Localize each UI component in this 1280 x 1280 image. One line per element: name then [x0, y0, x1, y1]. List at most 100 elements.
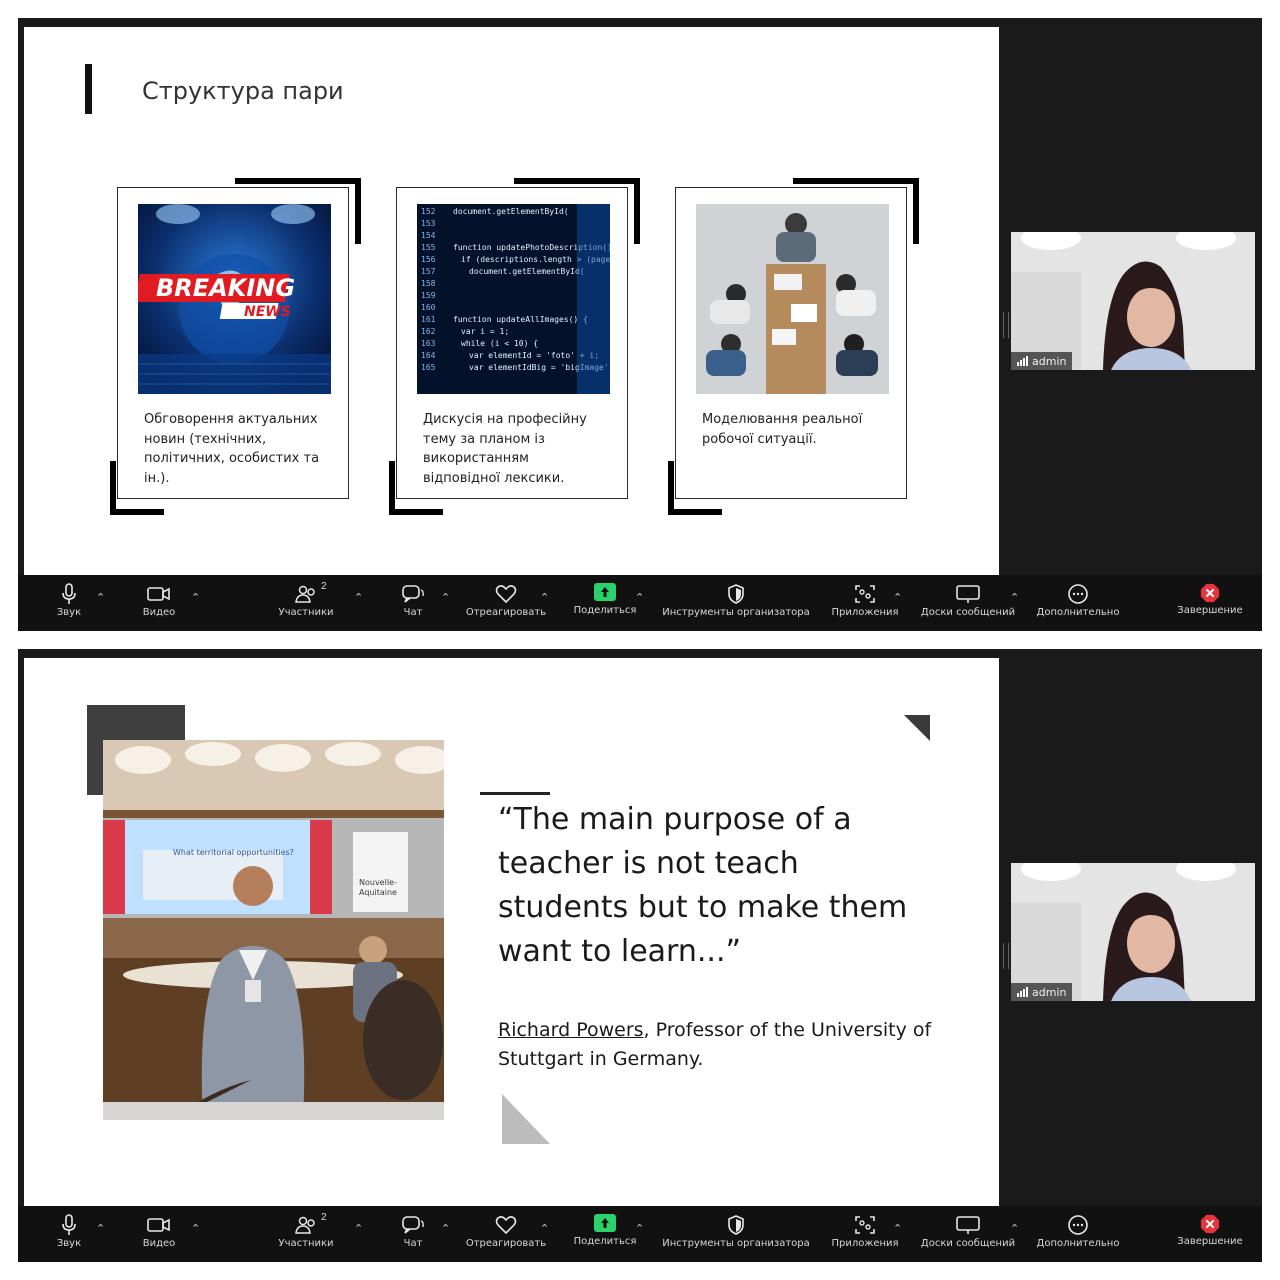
svg-text:152: 152 [421, 207, 436, 216]
participants-button[interactable]: 2 Участники [273, 1212, 339, 1249]
participant-video-tile[interactable]: admin [1011, 863, 1255, 1001]
title-accent-bar [85, 64, 92, 114]
chat-button[interactable]: Чат [398, 1214, 428, 1249]
share-screen-icon [594, 583, 616, 601]
participants-button[interactable]: 2 Участники [273, 581, 339, 618]
video-options-caret[interactable]: ⌃ [191, 1222, 200, 1235]
svg-text:document.getElementById(: document.getElementById( [469, 267, 585, 276]
quote-author-link[interactable]: Richard Powers [498, 1019, 644, 1041]
slide-title: Структура пари [142, 77, 344, 105]
video-button[interactable]: Видео [138, 1214, 180, 1249]
video-label: Видео [142, 607, 176, 618]
panel-resize-handle[interactable] [1003, 312, 1009, 338]
microphone-icon [62, 583, 76, 604]
react-button[interactable]: Отреагировать [463, 1214, 549, 1249]
whiteboards-options-caret[interactable]: ⌃ [1010, 591, 1019, 604]
svg-text:161: 161 [421, 315, 436, 324]
chat-options-caret[interactable]: ⌃ [441, 591, 450, 604]
participants-icon [295, 585, 315, 603]
shield-icon [728, 1215, 744, 1235]
whiteboards-options-caret[interactable]: ⌃ [1010, 1222, 1019, 1235]
participants-label: Участники [278, 1238, 334, 1249]
audio-options-caret[interactable]: ⌃ [96, 1222, 105, 1235]
chat-button[interactable]: Чат [398, 583, 428, 618]
more-button[interactable]: Дополнительно [1032, 583, 1124, 618]
participant-video-tile[interactable]: admin [1011, 232, 1255, 370]
svg-text:154: 154 [421, 231, 436, 240]
slide-card-1: BREAKING NEWS Обговорення актуальних нов… [117, 187, 349, 499]
chat-icon [402, 1216, 424, 1234]
host-tools-button[interactable]: Инструменты организатора [658, 583, 814, 618]
svg-text:155: 155 [421, 243, 436, 252]
news-text: NEWS [244, 304, 291, 320]
mute-button[interactable]: Звук [52, 583, 86, 618]
svg-text:160: 160 [421, 303, 436, 312]
code-screen-image: 152 153 154 155 156 157 158 159 160 161 162 163 1… [417, 204, 610, 394]
svg-text:function updateAllImages() {: function updateAllImages() { [453, 315, 588, 324]
whiteboards-button[interactable]: Доски сообщений [916, 1214, 1020, 1249]
signal-icon [1017, 356, 1028, 366]
svg-text:158: 158 [421, 279, 436, 288]
participants-count: 2 [321, 581, 327, 592]
svg-text:165: 165 [421, 363, 436, 372]
react-options-caret[interactable]: ⌃ [540, 591, 549, 604]
more-button[interactable]: Дополнительно [1032, 1214, 1124, 1249]
panel-resize-handle[interactable] [1003, 943, 1009, 969]
end-meeting-button[interactable]: Завершение [1174, 1214, 1246, 1247]
host-tools-button[interactable]: Инструменты организатора [658, 1214, 814, 1249]
whiteboards-label: Доски сообщений [920, 607, 1016, 618]
host-tools-label: Инструменты организатора [662, 1238, 810, 1249]
team-meeting-image [696, 204, 889, 394]
apps-options-caret[interactable]: ⌃ [893, 591, 902, 604]
svg-text:159: 159 [421, 291, 436, 300]
slide-card-2: 152 153 154 155 156 157 158 159 160 161 162 163 1… [396, 187, 628, 499]
more-icon [1068, 1215, 1088, 1235]
more-label: Дополнительно [1036, 607, 1120, 618]
end-meeting-button[interactable]: Завершение [1174, 583, 1246, 616]
svg-text:while (i < 10) {: while (i < 10) { [461, 339, 538, 348]
breaking-text: BREAKING [156, 274, 295, 302]
chat-label: Чат [403, 1238, 423, 1249]
meeting-toolbar: Звук ⌃ Видео ⌃ 2 Участники ⌃ Чат ⌃ Отреа… [18, 1206, 1262, 1262]
react-options-caret[interactable]: ⌃ [540, 1222, 549, 1235]
apps-button[interactable]: Приложения [828, 583, 902, 618]
sound-label: Звук [56, 607, 82, 618]
participants-options-caret[interactable]: ⌃ [354, 1222, 363, 1235]
svg-text:157: 157 [421, 267, 436, 276]
whiteboard-icon [956, 585, 980, 603]
more-icon [1068, 584, 1088, 604]
audio-options-caret[interactable]: ⌃ [96, 591, 105, 604]
heart-icon [495, 585, 517, 604]
mute-button[interactable]: Звук [52, 1214, 86, 1249]
video-options-caret[interactable]: ⌃ [191, 591, 200, 604]
whiteboards-button[interactable]: Доски сообщений [916, 583, 1020, 618]
apps-label: Приложения [831, 607, 899, 618]
apps-button[interactable]: Приложения [828, 1214, 902, 1249]
participants-options-caret[interactable]: ⌃ [354, 591, 363, 604]
more-label: Дополнительно [1036, 1238, 1120, 1249]
video-camera-icon [147, 587, 170, 601]
react-button[interactable]: Отреагировать [463, 583, 549, 618]
participants-icon [295, 1216, 315, 1234]
meeting-window-1: Структура пари BREAKING NEWS Обговорення… [18, 18, 1262, 631]
apps-icon [855, 1216, 875, 1234]
speaker-photo: What territorial opportunities? Nouvelle… [103, 740, 444, 1120]
chat-options-caret[interactable]: ⌃ [441, 1222, 450, 1235]
share-screen-button[interactable]: Поделиться [570, 583, 640, 616]
share-options-caret[interactable]: ⌃ [635, 591, 644, 604]
share-label: Поделиться [573, 1236, 637, 1247]
video-button[interactable]: Видео [138, 583, 180, 618]
sound-label: Звук [56, 1238, 82, 1249]
share-screen-icon [594, 1214, 616, 1232]
react-label: Отреагировать [465, 607, 547, 618]
apps-options-caret[interactable]: ⌃ [893, 1222, 902, 1235]
svg-text:document.getElementById(: document.getElementById( [453, 207, 569, 216]
end-label: Завершение [1177, 1236, 1243, 1247]
participants-label: Участники [278, 607, 334, 618]
share-screen-button[interactable]: Поделиться [570, 1214, 640, 1247]
meeting-window-2: What territorial opportunities? Nouvelle… [18, 649, 1262, 1262]
slide-card-3: Моделювання реальної робочої ситуації. [675, 187, 907, 499]
quote-attribution: Richard Powers, Professor of the Univers… [498, 1016, 948, 1074]
video-camera-icon [147, 1218, 170, 1232]
share-options-caret[interactable]: ⌃ [635, 1222, 644, 1235]
